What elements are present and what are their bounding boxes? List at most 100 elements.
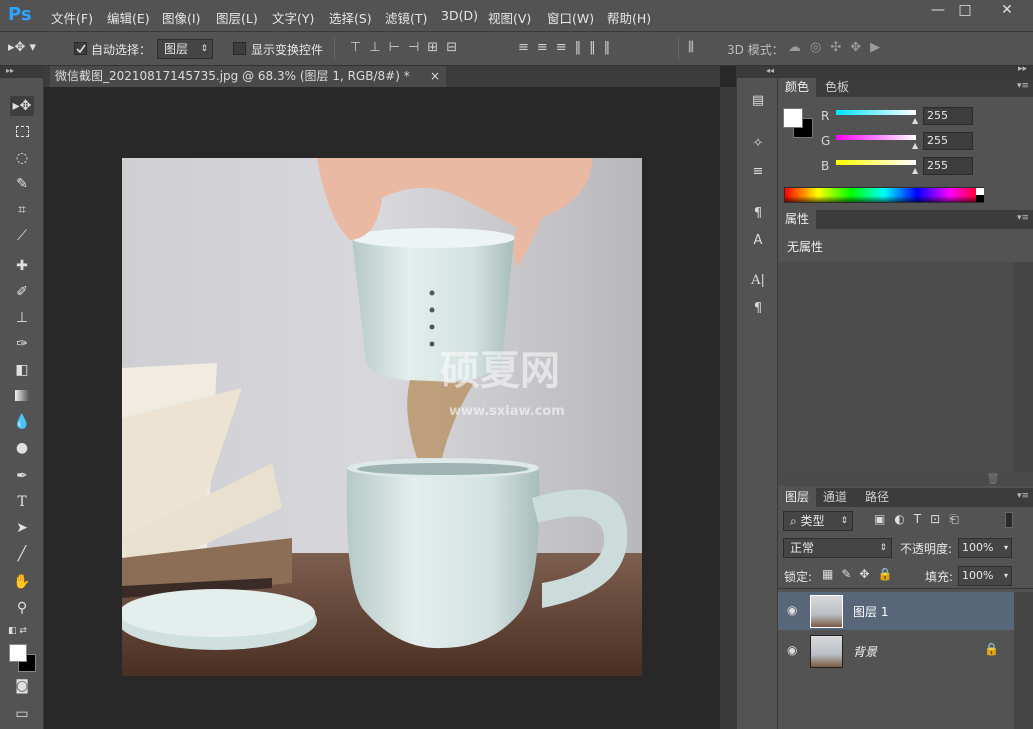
collapse-icon[interactable]: ▸▸ [1018, 64, 1027, 74]
menu-image[interactable]: 图像(I) [162, 8, 200, 27]
tab-swatches[interactable]: 色板 [818, 78, 856, 97]
opacity-field[interactable]: 100% ▾ [958, 538, 1012, 558]
pen-tool-icon[interactable]: ✒ [10, 466, 34, 486]
document-tab[interactable]: 微信截图_20210817145735.jpg @ 68.3% (图层 1, R… [50, 66, 446, 87]
layer-row-layer1[interactable]: ◉ 图层 1 [778, 592, 1014, 630]
auto-align-icon[interactable]: ⫼ [688, 40, 694, 55]
properties-scrollbar[interactable] [1014, 262, 1033, 472]
zoom-tool-icon[interactable]: ⚲ [10, 598, 34, 618]
b-value-field[interactable]: 255 [923, 157, 973, 175]
eraser-tool-icon[interactable]: ◧ [10, 360, 34, 380]
3d-mode-label: 3D 模式： [727, 43, 784, 57]
b-slider[interactable] [836, 160, 916, 165]
fill-field[interactable]: 100% ▾ [958, 566, 1012, 586]
tab-channels[interactable]: 通道 [816, 488, 854, 507]
blend-mode-value: 正常 [790, 541, 815, 555]
menu-layer[interactable]: 图层(L) [216, 8, 258, 27]
panel-menu-icon[interactable]: ▾≡ [1017, 213, 1029, 223]
g-value-field[interactable]: 255 [923, 132, 973, 150]
screen-mode-icon[interactable]: ▭ [10, 704, 34, 724]
menu-edit[interactable]: 编辑(E) [107, 8, 150, 27]
panel-menu-icon[interactable]: ▾≡ [1017, 81, 1029, 91]
lasso-tool-icon[interactable]: ◌ [10, 148, 34, 168]
healing-brush-tool-icon[interactable]: ✚ [10, 256, 34, 276]
clone-stamp-tool-icon[interactable]: ⊥ [10, 308, 34, 328]
maximize-button[interactable]: □ [950, 0, 980, 22]
brush-tool-icon[interactable]: ✐ [10, 282, 34, 302]
layer-row-background[interactable]: ◉ 背景 🔒 [778, 632, 1014, 670]
g-slider-thumb[interactable]: ▲ [912, 141, 918, 150]
move-tool-preset-icon[interactable]: ▸✥ ▾ [8, 40, 36, 55]
document-image[interactable]: 硕夏网 www.sxiaw.com [122, 158, 642, 676]
panel-menu-icon[interactable]: ▾≡ [1017, 491, 1029, 501]
menu-file[interactable]: 文件(F) [51, 8, 93, 27]
default-colors-icon[interactable]: ◧ ⇄ [8, 626, 27, 636]
auto-select-checkbox[interactable] [74, 42, 87, 55]
layers-scrollbar[interactable] [1014, 592, 1033, 729]
watermark-title: 硕夏网 [440, 348, 560, 394]
tab-paths[interactable]: 路径 [858, 488, 896, 507]
gradient-tool-icon[interactable] [10, 386, 34, 406]
dock-collapse-icon[interactable]: ◂◂ [737, 66, 778, 78]
eye-icon[interactable]: ◉ [787, 603, 797, 617]
foreground-color-box[interactable] [783, 108, 803, 128]
quick-mask-icon[interactable]: ◙ [10, 676, 34, 696]
dodge-tool-icon[interactable]: ● [10, 438, 34, 458]
blur-tool-icon[interactable]: 💧 [10, 412, 34, 432]
character-styles-icon[interactable]: A [747, 231, 769, 251]
menu-help[interactable]: 帮助(H) [607, 8, 651, 27]
menu-select[interactable]: 选择(S) [329, 8, 372, 27]
quick-select-tool-icon[interactable]: ✎ [10, 174, 34, 194]
align-icons[interactable]: ⊤⊥⊢⊣⊞⊟ [350, 40, 465, 55]
tab-properties[interactable]: 属性 [778, 210, 817, 229]
hand-tool-icon[interactable]: ✋ [10, 572, 34, 592]
auto-select-target-dropdown[interactable]: 图层 ⇕ [157, 39, 213, 59]
close-window-button[interactable]: ✕ [985, 0, 1029, 22]
close-document-icon[interactable]: × [430, 66, 440, 87]
vertical-scrollbar[interactable] [720, 87, 736, 729]
menu-3d[interactable]: 3D(D) [441, 8, 478, 23]
r-value-field[interactable]: 255 [923, 107, 973, 125]
eyedropper-tool-icon[interactable]: ⟋ [10, 226, 34, 246]
3d-mode-icons[interactable]: ☁◎✣✥▶ [788, 40, 889, 55]
type-tool-icon[interactable]: T [10, 492, 34, 512]
clone-source-icon[interactable]: ¶ [747, 204, 769, 224]
menu-view[interactable]: 视图(V) [488, 8, 531, 27]
brush-presets-icon[interactable]: ≡ [747, 162, 769, 182]
minimize-button[interactable]: — [923, 0, 953, 22]
trash-icon[interactable]: 🗑 [986, 472, 1000, 485]
lock-icons[interactable]: ▦✎✥🔒 [822, 567, 900, 581]
fill-label: 填充: [925, 570, 954, 584]
move-tool-icon[interactable]: ▸✥ [10, 96, 34, 116]
menu-window[interactable]: 窗口(W) [547, 8, 594, 27]
menu-type[interactable]: 文字(Y) [272, 8, 314, 27]
eye-icon[interactable]: ◉ [787, 643, 797, 657]
history-brush-tool-icon[interactable]: ✑ [10, 334, 34, 354]
paragraph-panel-icon[interactable]: ¶ [747, 299, 769, 319]
search-icon: ⌕ [790, 514, 801, 528]
distribute-icons[interactable]: ≡≡≡‖‖‖ [518, 40, 618, 55]
tab-color[interactable]: 颜色 [778, 78, 817, 97]
blend-mode-dropdown[interactable]: 正常 ⇕ [783, 538, 892, 558]
show-transform-label: 显示变换控件 [251, 43, 324, 57]
menu-filter[interactable]: 滤镜(T) [385, 8, 427, 27]
tab-layers[interactable]: 图层 [778, 488, 817, 507]
layer-filter-dropdown[interactable]: ⌕ 类型 ⇕ [783, 511, 853, 531]
g-slider[interactable] [836, 135, 916, 140]
line-tool-icon[interactable]: ╱ [10, 544, 34, 564]
path-select-tool-icon[interactable]: ➤ [10, 518, 34, 538]
b-slider-thumb[interactable]: ▲ [912, 166, 918, 175]
foreground-color-swatch[interactable] [9, 644, 27, 662]
filter-toggle[interactable] [1005, 512, 1013, 528]
marquee-tool-icon[interactable] [10, 122, 34, 142]
brush-panel-icon[interactable]: ✧ [747, 134, 769, 154]
r-slider[interactable] [836, 110, 916, 115]
history-panel-icon[interactable]: ▤ [747, 91, 769, 111]
r-slider-thumb[interactable]: ▲ [912, 116, 918, 125]
layer-filter-icons[interactable]: ▣◐T⊡⎗ [874, 512, 968, 527]
panel-collapse-icon[interactable]: ▸▸ [0, 66, 44, 78]
show-transform-checkbox[interactable] [233, 42, 246, 55]
character-panel-icon[interactable]: A| [747, 271, 769, 291]
color-spectrum-bar[interactable] [784, 187, 984, 203]
crop-tool-icon[interactable]: ⌗ [10, 200, 34, 220]
